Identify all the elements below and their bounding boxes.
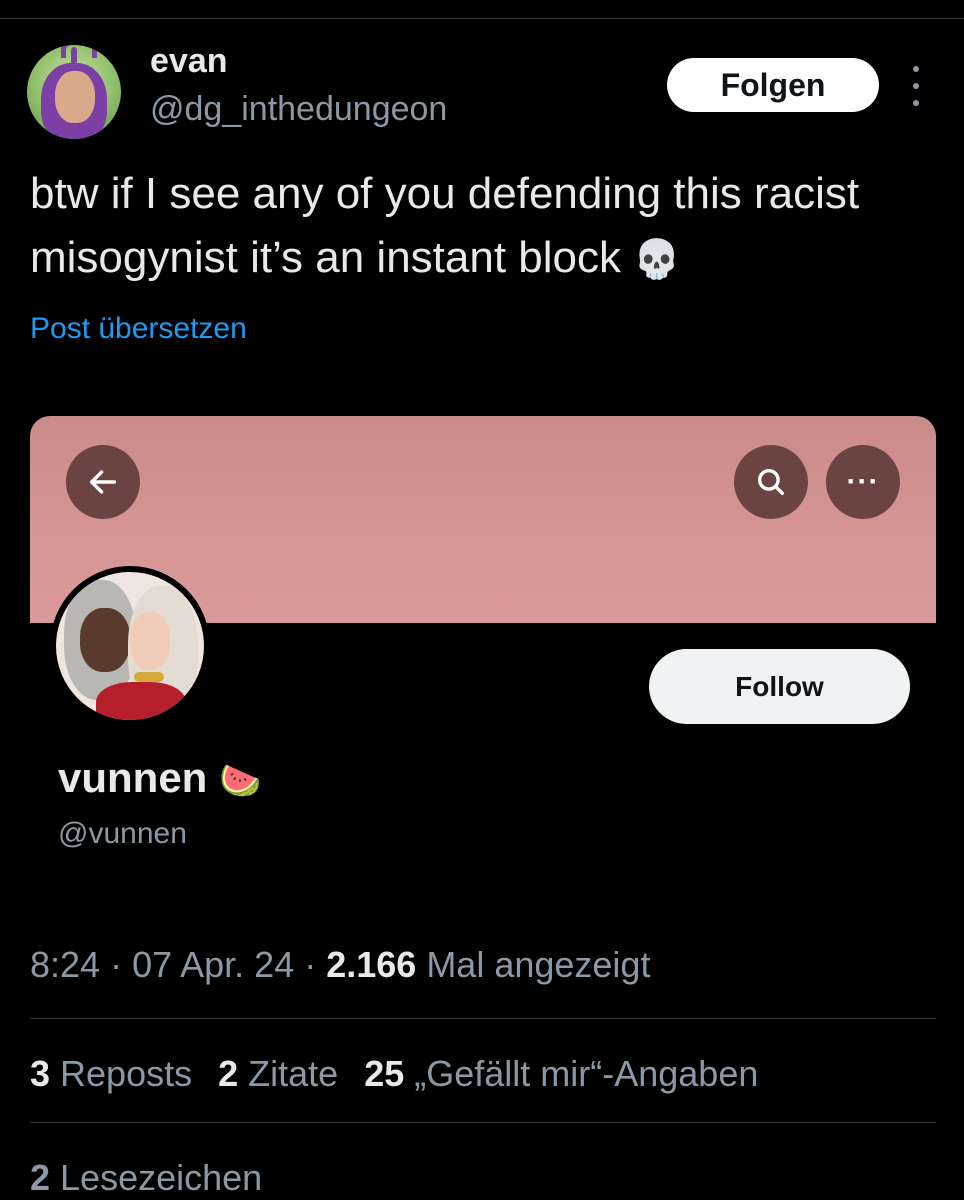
watermelon-emoji-icon: 🍉 xyxy=(219,762,262,800)
bookmarks-label: Lesezeichen xyxy=(50,1157,263,1198)
embedded-name-text: vunnen xyxy=(58,754,208,801)
dot xyxy=(913,100,919,106)
author-handle[interactable]: @dg_inthedungeon xyxy=(150,90,447,129)
antenna-ring xyxy=(61,45,97,58)
follow-button[interactable]: Folgen xyxy=(667,58,879,112)
likes-count: 25 xyxy=(364,1053,405,1094)
engagement-stats: 3 Reposts 2 Zitate 25 „Gefällt mir“-Angabe… xyxy=(30,1053,758,1095)
avatar-face xyxy=(55,71,95,123)
tweet-date[interactable]: 07 Apr. 24 xyxy=(132,944,294,985)
reposts-count: 3 xyxy=(30,1053,51,1094)
more-options-icon[interactable] xyxy=(906,66,926,106)
author-name[interactable]: evan xyxy=(150,42,228,81)
quotes-stat[interactable]: 2 Zitate xyxy=(218,1053,338,1094)
separator: · xyxy=(294,944,327,985)
top-divider xyxy=(0,18,964,19)
embedded-profile-handle: @vunnen xyxy=(58,817,187,850)
reposts-label: Reposts xyxy=(50,1053,193,1094)
figure-dress xyxy=(96,682,186,720)
figure-face-right xyxy=(130,612,170,670)
author-avatar[interactable] xyxy=(27,45,121,139)
tweet-body: btw if I see any of you defending this r… xyxy=(30,169,860,282)
skull-emoji-icon: 💀 xyxy=(633,239,681,281)
tweet-time[interactable]: 8:24 xyxy=(30,944,100,985)
divider xyxy=(30,1122,936,1123)
search-svg xyxy=(757,468,785,496)
reposts-stat[interactable]: 3 Reposts xyxy=(30,1053,192,1094)
translate-link[interactable]: Post übersetzen xyxy=(30,312,247,346)
quotes-count: 2 xyxy=(218,1053,239,1094)
dot xyxy=(913,66,919,72)
tweet-text: btw if I see any of you defending this r… xyxy=(30,162,930,292)
tweet-meta: 8:24 · 07 Apr. 24 · 2.166 Mal angezeigt xyxy=(30,944,650,986)
separator: · xyxy=(100,944,133,985)
bookmarks-count: 2 xyxy=(30,1157,51,1198)
embedded-follow-button: Follow xyxy=(649,649,910,724)
likes-label: „Gefällt mir“-Angaben xyxy=(404,1053,759,1094)
views-count: 2.166 xyxy=(326,944,417,985)
figure-face-left xyxy=(80,608,130,672)
back-arrow-svg xyxy=(89,470,117,494)
dot xyxy=(913,83,919,89)
views-label: Mal angezeigt xyxy=(416,944,651,985)
search-icon xyxy=(734,445,808,519)
back-arrow-icon xyxy=(66,445,140,519)
quotes-label: Zitate xyxy=(238,1053,339,1094)
profile-picture xyxy=(56,572,204,720)
ellipsis-icon: ··· xyxy=(826,445,900,519)
figure-necklace xyxy=(134,672,164,682)
likes-stat[interactable]: 25 „Gefällt mir“-Angaben xyxy=(364,1053,758,1094)
bookmarks-stat[interactable]: 2 Lesezeichen xyxy=(30,1157,262,1199)
divider xyxy=(30,1018,936,1019)
embedded-profile-name: vunnen 🍉 xyxy=(58,754,261,802)
